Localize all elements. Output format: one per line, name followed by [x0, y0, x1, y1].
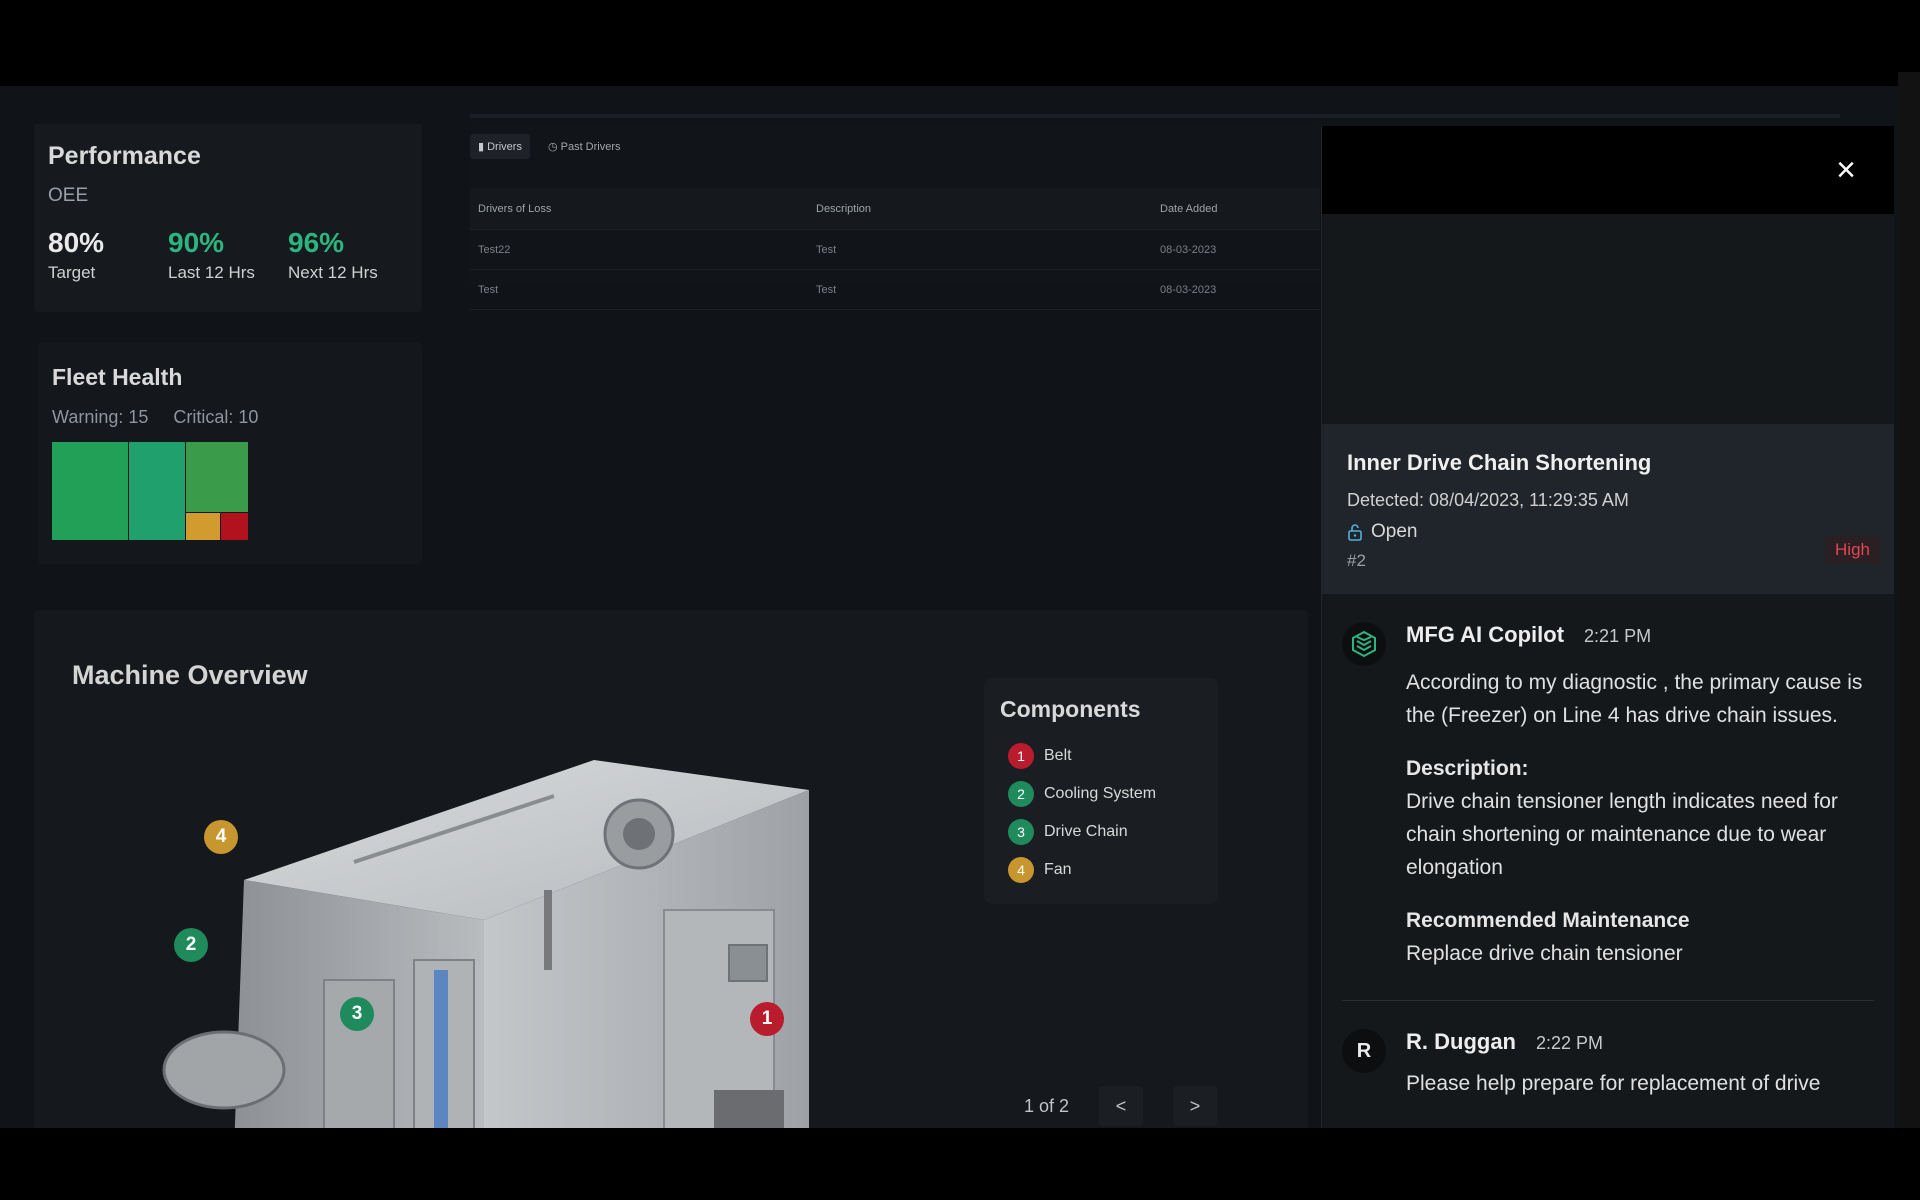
- issue-number: #2: [1347, 551, 1366, 570]
- treemap-cell[interactable]: [129, 442, 185, 540]
- component-name: Fan: [1044, 861, 1072, 878]
- cell-description: Test: [816, 243, 837, 256]
- treemap-cell-warning[interactable]: [186, 513, 220, 540]
- message-author: MFG AI Copilot: [1406, 622, 1565, 647]
- fleet-health-card: Fleet Health Warning: 15 Critical: 10: [38, 342, 422, 564]
- kpi-label: Target: [48, 263, 96, 282]
- message-time: 2:21 PM: [1584, 626, 1652, 646]
- message-body: Please help prepare for replacement of d…: [1406, 1072, 1821, 1095]
- copilot-avatar: [1342, 622, 1386, 666]
- issue-summary: Inner Drive Chain Shortening Detected: 0…: [1322, 424, 1894, 594]
- message-body: According to my diagnostic , the primary…: [1406, 671, 1863, 727]
- component-item-drive-chain[interactable]: 3 Drive Chain: [1000, 813, 1202, 851]
- issue-detected-time: Detected: 08/04/2023, 11:29:35 AM: [1347, 490, 1629, 510]
- tab-past-drivers[interactable]: ◷ Past Drivers: [540, 134, 629, 159]
- issue-detail-panel: × Inner Drive Chain Shortening Detected:…: [1321, 126, 1894, 1128]
- cell-driver: Test: [478, 283, 499, 296]
- message-time: 2:22 PM: [1536, 1033, 1604, 1053]
- issue-status: Open: [1347, 521, 1869, 543]
- component-name: Cooling System: [1044, 785, 1157, 802]
- drivers-table: Drivers of Loss Description Date Added T…: [470, 188, 1320, 310]
- message-author: R. Duggan: [1406, 1029, 1516, 1054]
- table-row[interactable]: Test22 Test 08-03-2023: [470, 230, 1320, 270]
- cell-driver: Test22: [478, 243, 511, 256]
- panel-spacer: [1322, 214, 1894, 424]
- marker-drive-chain[interactable]: 3: [340, 997, 374, 1031]
- close-icon[interactable]: ×: [1828, 152, 1864, 188]
- message-maintenance: Recommended Maintenance Replace drive ch…: [1406, 904, 1876, 970]
- kpi-label: Last 12 Hrs: [168, 263, 255, 282]
- chat-message: MFG AI Copilot 2:21 PM According to my d…: [1322, 594, 1894, 1001]
- column-header[interactable]: Date Added: [1160, 203, 1310, 215]
- marker-cooling-system[interactable]: 2: [174, 928, 208, 962]
- component-number: 3: [1008, 819, 1034, 845]
- component-item-fan[interactable]: 4 Fan: [1000, 851, 1202, 889]
- maintenance-heading: Recommended Maintenance: [1406, 909, 1690, 932]
- component-number: 1: [1008, 743, 1034, 769]
- table-row[interactable]: Test Test 08-03-2023: [470, 270, 1320, 310]
- table-header: Drivers of Loss Description Date Added: [470, 188, 1320, 230]
- oee-label: OEE: [48, 185, 89, 206]
- lock-open-icon: [1348, 524, 1362, 541]
- next-page-button[interactable]: >: [1173, 1086, 1218, 1126]
- column-header[interactable]: Description: [816, 203, 1160, 215]
- dashboard-screen: Performance OEE 80% Target 90% Last 12 H…: [0, 86, 1898, 1128]
- cell-date: 08-03-2023: [1160, 283, 1217, 296]
- component-number: 4: [1008, 857, 1034, 883]
- cell-date: 08-03-2023: [1160, 243, 1217, 256]
- component-name: Belt: [1044, 747, 1072, 764]
- fleet-health-title: Fleet Health: [52, 364, 183, 390]
- chat-message: R R. Duggan 2:22 PM Please help prepare …: [1322, 1001, 1894, 1100]
- component-name: Drive Chain: [1044, 823, 1128, 840]
- kpi-value: 80%: [48, 227, 105, 258]
- message-description: Description: Drive chain tensioner lengt…: [1406, 752, 1876, 884]
- maintenance-text: Replace drive chain tensioner: [1406, 942, 1683, 965]
- scrollbar-track: [1898, 72, 1920, 1128]
- cell-description: Test: [816, 283, 837, 296]
- description-text: Drive chain tensioner length indicates n…: [1406, 790, 1838, 879]
- treemap-cell[interactable]: [52, 442, 128, 540]
- copilot-logo-icon: [1352, 630, 1376, 658]
- issue-status-label: Open: [1371, 521, 1418, 542]
- avatar: R: [1342, 1029, 1386, 1073]
- kpi-next-12-hrs: 96% Next 12 Hrs: [288, 227, 408, 283]
- page-count: 1 of 2: [1024, 1095, 1070, 1116]
- fleet-treemap[interactable]: [52, 442, 248, 540]
- tab-drivers[interactable]: ▮ Drivers: [470, 134, 530, 159]
- top-divider: [470, 114, 1840, 118]
- marker-belt[interactable]: 1: [750, 1002, 784, 1036]
- kpi-last-12-hrs: 90% Last 12 Hrs: [168, 227, 288, 283]
- treemap-cell[interactable]: [186, 442, 248, 512]
- performance-card: Performance OEE 80% Target 90% Last 12 H…: [34, 124, 422, 312]
- warning-count: Warning: 15: [52, 407, 149, 427]
- marker-fan[interactable]: 4: [204, 820, 238, 854]
- column-header[interactable]: Drivers of Loss: [470, 203, 816, 215]
- freezer-machine-image: [162, 760, 809, 1128]
- component-item-belt[interactable]: 1 Belt: [1000, 737, 1202, 775]
- severity-badge: High: [1825, 536, 1880, 564]
- description-heading: Description:: [1406, 757, 1529, 780]
- kpi-label: Next 12 Hrs: [288, 263, 378, 282]
- components-title: Components: [1000, 696, 1141, 722]
- kpi-value: 96%: [288, 227, 345, 258]
- component-item-cooling-system[interactable]: 2 Cooling System: [1000, 775, 1202, 813]
- pagination: 1 of 2 < >: [1024, 1086, 1218, 1126]
- treemap-cell-critical[interactable]: [221, 513, 248, 540]
- panel-header: ×: [1322, 126, 1894, 214]
- machine-overview-title: Machine Overview: [72, 660, 308, 690]
- issue-title: Inner Drive Chain Shortening: [1347, 450, 1652, 475]
- component-number: 2: [1008, 781, 1034, 807]
- kpi-target: 80% Target: [48, 227, 168, 283]
- prev-page-button[interactable]: <: [1099, 1086, 1144, 1126]
- critical-count: Critical: 10: [173, 407, 259, 427]
- kpi-value: 90%: [168, 227, 225, 258]
- components-legend: Components 1 Belt 2 Cooling System 3 Dri…: [984, 678, 1218, 904]
- drivers-panel: ▮ Drivers ◷ Past Drivers Drivers of Loss…: [470, 114, 1840, 310]
- performance-title: Performance: [48, 142, 201, 170]
- machine-overview-card: Machine Overview 4 2 3 1 Components 1 Be…: [34, 610, 1308, 1128]
